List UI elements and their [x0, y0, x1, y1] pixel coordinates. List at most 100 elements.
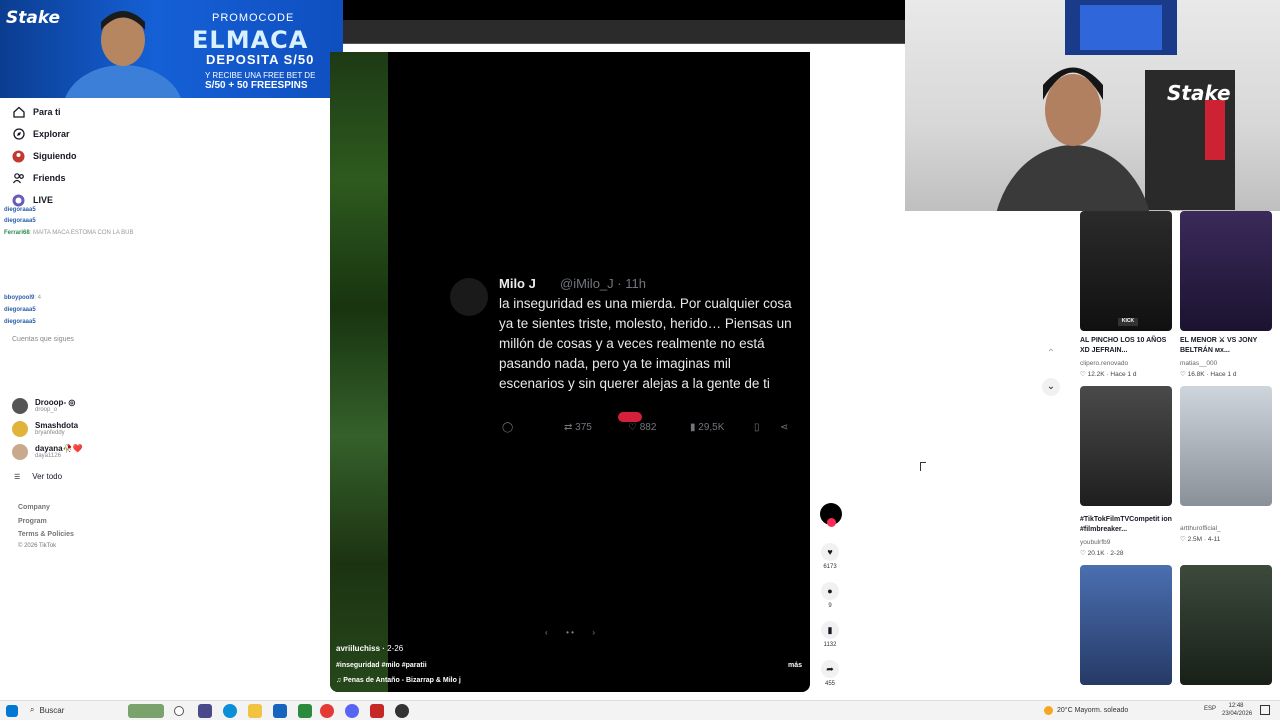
- chat-user: diegoraaa5: [4, 319, 36, 325]
- video-song[interactable]: ♫ Penas de Antaño - Bizarrap & Milo j: [336, 677, 461, 684]
- share-button[interactable]: ➦ 455: [820, 660, 840, 687]
- following-account[interactable]: dayana🥀❤️ daya1126: [12, 442, 83, 462]
- avatar: [820, 503, 842, 527]
- dots-badge: [618, 412, 642, 422]
- chevron-up-icon[interactable]: ⌃: [1043, 348, 1059, 364]
- video-thumbnail[interactable]: [1080, 386, 1172, 506]
- top-bar: [343, 0, 905, 20]
- language-indicator[interactable]: ESP: [1204, 706, 1216, 712]
- like-count: 20.1K: [1087, 550, 1105, 557]
- avatar: [12, 421, 28, 437]
- footer-terms[interactable]: Terms & Policies: [18, 531, 74, 538]
- video-meta: ♡ 2.5M · 4-11: [1180, 536, 1221, 543]
- notification-icon[interactable]: [1260, 705, 1270, 715]
- see-all-link[interactable]: ☰ Ver todo: [14, 472, 62, 481]
- comment-count: 9: [828, 603, 832, 609]
- chat-line: diegoraaa5: [4, 206, 36, 214]
- slide-pager[interactable]: ‹ • • ›: [545, 626, 595, 638]
- thumbnail-badge: KICK: [1118, 318, 1138, 326]
- app-icon[interactable]: [370, 704, 384, 718]
- video-author[interactable]: artthurofficial_: [1180, 525, 1221, 532]
- chevron-right-icon[interactable]: ›: [592, 628, 595, 637]
- video-thumbnail[interactable]: KICK: [1080, 211, 1172, 331]
- reply-icon: ◯: [502, 422, 514, 433]
- sidebar-item-label: Friends: [33, 173, 66, 183]
- comment-icon: ●: [821, 582, 839, 600]
- video-thumbnail[interactable]: [1080, 565, 1172, 685]
- footer-program[interactable]: Program: [18, 518, 47, 525]
- task-view-icon[interactable]: [174, 706, 184, 716]
- video-author[interactable]: matias__000: [1180, 360, 1217, 367]
- folder-icon[interactable]: [248, 704, 262, 718]
- tweet-views: ▮ 29,5K: [690, 422, 725, 433]
- sidebar-item-label: Siguiendo: [33, 151, 77, 161]
- video-thumbnail[interactable]: [1180, 565, 1272, 685]
- clock[interactable]: 12:48 23/04/2026: [1222, 702, 1252, 718]
- edge-icon[interactable]: [223, 704, 237, 718]
- bookmark-icon: ▮: [821, 621, 839, 639]
- like-button[interactable]: ♥ 6173: [820, 543, 840, 570]
- app-icon[interactable]: [198, 704, 212, 718]
- bookmark-icon: ▯: [754, 422, 760, 433]
- weather-widget[interactable]: 20°C Mayorm. soleado: [1044, 706, 1128, 715]
- video-caption[interactable]: #TikTokFilmTVCompetit ion #filmbreaker..…: [1080, 515, 1172, 535]
- view-count: 29,5K: [698, 422, 725, 433]
- post-date: Hace 1 d: [1210, 371, 1237, 378]
- share-icon: ⋖: [780, 422, 789, 433]
- sidebar-item-para-ti[interactable]: Para ti: [12, 103, 61, 121]
- copyright: © 2026 TikTok: [18, 543, 57, 549]
- video-caption[interactable]: AL PINCHO LOS 10 AÑOS XD JEFRAIN...: [1080, 336, 1172, 356]
- video-author[interactable]: youbulrfb9: [1080, 539, 1110, 546]
- sidebar-item-label: LIVE: [33, 195, 54, 205]
- tweet-likes: ♡ 882: [628, 422, 657, 433]
- follow-plus-icon[interactable]: [827, 518, 836, 527]
- following-icon: [12, 150, 25, 163]
- discord-icon[interactable]: [345, 704, 359, 718]
- promo-bonus: S/50 + 50 FREESPINS: [205, 80, 308, 91]
- share-count: 455: [824, 681, 835, 687]
- like-count: 2.5M: [1187, 536, 1203, 543]
- sidebar-item-siguiendo[interactable]: Siguiendo: [12, 147, 77, 165]
- account-handle: bryanfeddy: [35, 430, 65, 436]
- friends-icon: [12, 172, 25, 185]
- footer-company[interactable]: Company: [18, 504, 50, 511]
- account-handle: daya1126: [35, 453, 61, 459]
- following-account[interactable]: Smashdota bryanfeddy: [12, 419, 78, 439]
- webcam-overlay: Stake: [905, 0, 1280, 211]
- video-thumbnail[interactable]: [1180, 211, 1272, 331]
- store-icon[interactable]: [273, 704, 287, 718]
- chevron-down-icon[interactable]: ⌄: [1042, 378, 1060, 396]
- video-player[interactable]: Milo J @iMilo_J · 11h la inseguridad es …: [330, 52, 810, 692]
- windows-start-icon[interactable]: [6, 705, 18, 717]
- video-caption[interactable]: EL MENOR ⚔ VS JONY BELTRÁN мх...: [1180, 336, 1272, 356]
- video-author[interactable]: avriiluchiss · 2-26: [336, 644, 403, 653]
- app-icon[interactable]: [298, 704, 312, 718]
- chrome-icon[interactable]: [320, 704, 334, 718]
- video-hashtags[interactable]: #inseguridad #milo #paratii: [336, 662, 427, 669]
- chat-user: diegoraaa5: [4, 307, 36, 313]
- chevron-left-icon[interactable]: ‹: [545, 628, 548, 637]
- more-button[interactable]: más: [788, 662, 802, 669]
- sidebar-item-explorar[interactable]: Explorar: [12, 125, 70, 143]
- chat-user: bboypool9: [4, 295, 35, 301]
- chat-line: diegoraaa5: [4, 217, 36, 225]
- like-count: 6173: [823, 564, 837, 570]
- taskbar-widget-thumbnail[interactable]: [128, 704, 164, 718]
- weather-label: 20°C Mayorm. soleado: [1057, 707, 1129, 714]
- clock-time: 12:48: [1228, 703, 1244, 709]
- compass-icon: [12, 128, 25, 141]
- obs-icon[interactable]: [395, 704, 409, 718]
- sidebar-item-friends[interactable]: Friends: [12, 169, 66, 187]
- account-handle: droop_o: [35, 407, 58, 413]
- save-count: 1132: [823, 642, 837, 648]
- save-button[interactable]: ▮ 1132: [820, 621, 840, 648]
- taskbar-search[interactable]: ⌕ Buscar: [30, 705, 64, 715]
- search-label: Buscar: [39, 705, 65, 715]
- pager-dots: • •: [566, 627, 574, 637]
- comment-button[interactable]: ● 9: [820, 582, 840, 609]
- video-thumbnail[interactable]: [1180, 386, 1272, 506]
- following-account[interactable]: Droo​op- ◎ droop_o: [12, 396, 75, 416]
- author-avatar-button[interactable]: [820, 503, 842, 527]
- promo-banner: Stake PROMOCODE ELMACA DEPOSITA S/50 Y R…: [0, 0, 343, 98]
- video-author[interactable]: clipero.renovado: [1080, 360, 1128, 367]
